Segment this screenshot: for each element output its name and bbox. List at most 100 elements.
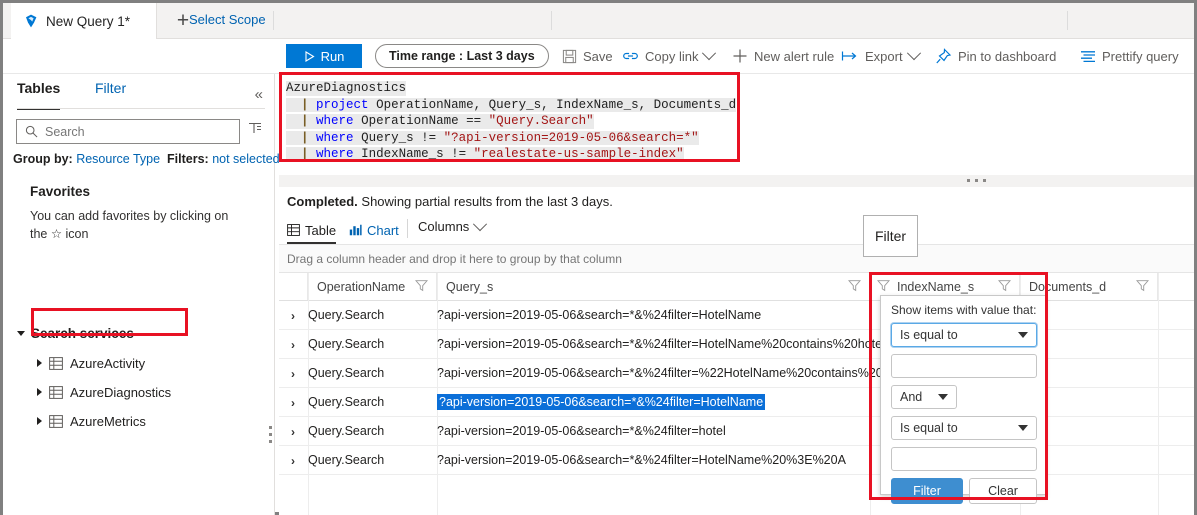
pin-to-dashboard-button[interactable]: Pin to dashboard xyxy=(935,45,1056,67)
new-alert-rule-label: New alert rule xyxy=(754,48,835,64)
horizontal-splitter[interactable] xyxy=(279,175,1194,187)
azure-log-analytics-icon xyxy=(26,14,37,28)
query-tab-new-query-1[interactable]: New Query 1* xyxy=(11,3,157,39)
group-by-label: Group by: xyxy=(13,152,73,166)
caret-down-icon xyxy=(1018,425,1028,431)
plus-icon xyxy=(733,49,747,63)
caret-down-icon xyxy=(1018,332,1028,338)
tab-table[interactable]: Table xyxy=(287,218,337,244)
group-heading-search-services[interactable]: Search services xyxy=(17,326,134,341)
filter-value-1-input[interactable] xyxy=(891,354,1037,378)
magnifier-icon xyxy=(25,125,38,138)
code-line-5: | where IndexName_s != "realestate-us-sa… xyxy=(286,147,684,162)
side-panel-divider xyxy=(17,108,265,109)
filter-operator-2-select[interactable]: Is equal to xyxy=(891,416,1037,440)
collapse-panel-icon[interactable]: « xyxy=(255,86,263,103)
table-row[interactable]: › Query.Search ?api-version=2019-05-06&s… xyxy=(279,388,1194,417)
results-status: Completed. Showing partial results from … xyxy=(287,194,613,209)
triangle-down-icon xyxy=(17,331,25,336)
tab-chart-label: Chart xyxy=(367,222,399,238)
filter-popup-title: Show items with value that: xyxy=(891,303,1037,317)
run-button-label: Run xyxy=(320,48,345,64)
filter-logic-select[interactable]: And xyxy=(891,385,957,409)
search-input[interactable]: Search xyxy=(16,119,240,144)
table-row[interactable]: › Query.Search ?api-version=2019-05-06&s… xyxy=(279,446,1194,475)
funnel-icon[interactable] xyxy=(1135,279,1150,295)
filters-value[interactable]: not selected xyxy=(212,152,279,166)
table-row[interactable]: › Query.Search ?api-version=2019-05-06&s… xyxy=(279,417,1194,446)
tab-filter[interactable]: Filter xyxy=(95,80,126,108)
code-line-3: | where OperationName == "Query.Search" xyxy=(286,114,594,129)
table-item-azuremetrics[interactable]: AzureMetrics xyxy=(37,410,146,432)
grid-header-query-s[interactable]: Query_s xyxy=(437,273,870,300)
pin-icon xyxy=(936,47,952,63)
export-button[interactable]: Export xyxy=(841,45,921,67)
funnel-icon[interactable] xyxy=(414,279,429,295)
group-by-value[interactable]: Resource Type xyxy=(76,152,160,166)
tab-chart[interactable]: Chart xyxy=(349,218,399,242)
cell-operationname: Query.Search xyxy=(308,308,385,322)
results-status-rest: Showing partial results from the last 3 … xyxy=(357,194,613,209)
grip-dot xyxy=(975,179,978,182)
floppy-disk-icon xyxy=(562,49,577,63)
table-item-azureactivity[interactable]: AzureActivity xyxy=(37,352,145,374)
sort-group-icon[interactable] xyxy=(248,121,263,139)
cell-operationname: Query.Search xyxy=(308,453,385,467)
grid-header-operationname[interactable]: OperationName xyxy=(308,273,437,300)
grip-dot xyxy=(269,440,272,443)
run-button[interactable]: Run xyxy=(286,44,362,68)
select-scope-button[interactable]: Select Scope xyxy=(189,12,266,27)
export-label: Export xyxy=(865,48,903,64)
new-alert-rule-button[interactable]: New alert rule xyxy=(732,45,834,67)
cell-query-s: ?api-version=2019-05-06&search=*&%24filt… xyxy=(437,424,726,438)
vertical-splitter-grip[interactable] xyxy=(269,426,272,443)
funnel-icon[interactable] xyxy=(997,279,1012,295)
horizontal-splitter-grip[interactable] xyxy=(967,179,986,182)
triangle-right-icon xyxy=(37,388,42,396)
search-placeholder: Search xyxy=(45,124,85,139)
column-filter-popup: Show items with value that: Is equal to … xyxy=(880,295,1046,504)
grid-header-label: Documents_d xyxy=(1029,279,1107,294)
copy-link-button[interactable]: Copy link xyxy=(622,45,717,67)
filter-operator-1-select[interactable]: Is equal to xyxy=(891,323,1037,347)
filter-clear-button[interactable]: Clear xyxy=(969,478,1037,504)
query-tab-label: New Query 1* xyxy=(46,13,131,29)
funnel-icon[interactable] xyxy=(847,279,862,295)
grip-dot xyxy=(983,179,986,182)
table-row[interactable]: › Query.Search ?api-version=2019-05-06&s… xyxy=(279,359,1194,388)
prettify-query-label: Prettify query xyxy=(1102,48,1179,64)
row-expand-icon[interactable]: › xyxy=(291,425,295,439)
triangle-right-icon xyxy=(37,417,42,425)
group-by-row: Group by: Resource Type Filters: not sel… xyxy=(13,152,280,166)
filter-value-2-input[interactable] xyxy=(891,447,1037,471)
row-expand-icon[interactable]: › xyxy=(291,396,295,410)
table-row[interactable]: › Query.Search ?api-version=2019-05-06&s… xyxy=(279,330,1194,359)
prettify-query-button[interactable]: Prettify query xyxy=(1080,45,1179,67)
kql-query-editor[interactable]: AzureDiagnostics | project OperationName… xyxy=(286,79,737,162)
group-by-drop-zone[interactable]: Drag a column header and drop it here to… xyxy=(279,245,1194,273)
filter-logic-value: And xyxy=(900,390,923,404)
chevron-down-icon xyxy=(702,46,717,61)
favorites-heading: Favorites xyxy=(30,184,91,199)
table-icon xyxy=(49,356,63,370)
filter-apply-button[interactable]: Filter xyxy=(891,478,963,504)
table-item-label: AzureMetrics xyxy=(70,413,146,429)
table-item-label: AzureDiagnostics xyxy=(70,384,172,400)
tab-tables[interactable]: Tables xyxy=(17,80,61,110)
cell-query-s: ?api-version=2019-05-06&search=*&%24filt… xyxy=(437,337,885,351)
row-expand-icon[interactable]: › xyxy=(291,338,295,352)
table-row[interactable]: › Query.Search ?api-version=2019-05-06&s… xyxy=(279,301,1194,330)
row-expand-icon[interactable]: › xyxy=(291,454,295,468)
columns-button[interactable]: Columns xyxy=(418,216,488,234)
table-icon xyxy=(49,414,63,428)
code-line-1: AzureDiagnostics xyxy=(286,81,407,96)
row-expand-icon[interactable]: › xyxy=(291,367,295,381)
grid-header-label: Query_s xyxy=(446,279,494,294)
table-icon xyxy=(287,224,300,236)
time-range-picker[interactable]: Time range : Last 3 days xyxy=(375,44,549,68)
funnel-icon[interactable] xyxy=(876,279,891,295)
save-button[interactable]: Save xyxy=(562,45,613,67)
row-expand-icon[interactable]: › xyxy=(291,309,295,323)
cell-query-s: ?api-version=2019-05-06&search=*&%24filt… xyxy=(437,308,762,322)
table-item-azurediagnostics[interactable]: AzureDiagnostics xyxy=(37,381,171,403)
